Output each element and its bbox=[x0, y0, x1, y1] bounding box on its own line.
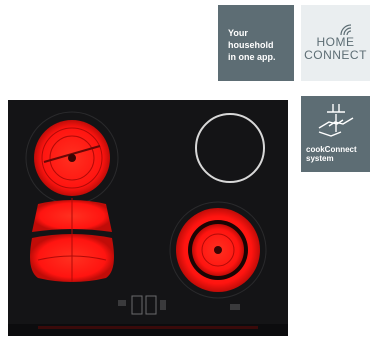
cooktop-svg bbox=[8, 100, 288, 336]
hands-hood-icon bbox=[318, 104, 354, 137]
household-app-tile[interactable]: Your household in one app. bbox=[218, 5, 294, 81]
home-connect-word-connect: CONNECT bbox=[304, 48, 367, 62]
cookconnect-system-label: system bbox=[306, 154, 334, 163]
home-connect-tile[interactable]: HOME CONNECT bbox=[301, 5, 370, 81]
cooktop-front-edge bbox=[8, 324, 288, 336]
cookconnect-tile[interactable]: cookConnect system bbox=[301, 96, 370, 172]
household-app-line-2: household bbox=[228, 40, 274, 50]
home-connect-word-home: HOME bbox=[316, 35, 355, 49]
household-app-line-1: Your bbox=[228, 28, 248, 38]
burner-left-bottom bbox=[30, 198, 114, 282]
cookconnect-label: cookConnect bbox=[306, 145, 357, 154]
cooktop-product-image bbox=[8, 100, 288, 338]
burner-left-top bbox=[25, 111, 119, 205]
household-app-line-3: in one app. bbox=[228, 52, 276, 62]
burner-right-bottom bbox=[169, 201, 267, 299]
